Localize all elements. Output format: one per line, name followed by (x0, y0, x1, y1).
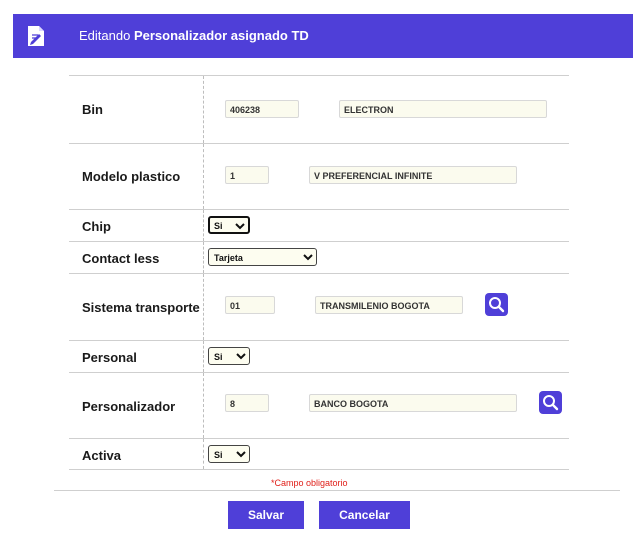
column-divider (203, 242, 204, 273)
personal-select[interactable]: Si (208, 347, 250, 365)
personalizador-name-input[interactable]: BANCO BOGOTA (309, 394, 517, 412)
required-field-note: *Campo obligatorio (271, 478, 348, 488)
modelo-name-input[interactable]: V PREFERENCIAL INFINITE (309, 166, 517, 184)
contact-less-select[interactable]: Tarjeta (208, 248, 317, 266)
row-contact-less: Contact less Tarjeta (69, 241, 569, 273)
chevron-down-icon (303, 254, 313, 261)
chevron-down-icon (236, 353, 246, 360)
row-sistema-transporte: Sistema transporte 01 TRANSMILENIO BOGOT… (69, 273, 569, 340)
activa-label: Activa (82, 448, 122, 463)
row-activa: Activa Si (69, 438, 569, 470)
search-icon (543, 395, 559, 411)
chip-select[interactable]: Si (208, 216, 250, 234)
row-bin: Bin 406238 ELECTRON (69, 75, 569, 143)
contact-less-label: Contact less (82, 251, 160, 266)
modelo-plastico-label: Modelo plastico (82, 169, 181, 184)
sistema-code-input[interactable]: 01 (225, 296, 275, 314)
modelo-code-input[interactable]: 1 (225, 166, 269, 184)
row-modelo-plastico: Modelo plastico 1 V PREFERENCIAL INFINIT… (69, 143, 569, 209)
save-button[interactable]: Salvar (228, 501, 304, 529)
column-divider (203, 210, 204, 241)
activa-select[interactable]: Si (208, 445, 250, 463)
row-chip: Chip Si (69, 209, 569, 241)
column-divider (203, 341, 204, 372)
chevron-down-icon (236, 451, 246, 458)
edit-form: Bin 406238 ELECTRON Modelo plastico 1 V … (69, 75, 569, 470)
sistema-transporte-label: Sistema transporte (82, 300, 200, 315)
personalizador-search-button[interactable] (539, 391, 562, 414)
page-header: Editando Personalizador asignado TD (13, 14, 633, 58)
personal-label: Personal (82, 350, 137, 365)
column-divider (203, 274, 204, 340)
column-divider (203, 373, 204, 438)
column-divider (203, 439, 204, 469)
search-icon (489, 297, 505, 313)
cancel-button[interactable]: Cancelar (319, 501, 410, 529)
form-divider (54, 490, 620, 491)
column-divider (203, 76, 204, 143)
column-divider (203, 144, 204, 209)
personalizador-label: Personalizador (82, 399, 176, 414)
row-personalizador: Personalizador 8 BANCO BOGOTA (69, 372, 569, 438)
bin-code-input[interactable]: 406238 (225, 100, 299, 118)
chevron-down-icon (235, 223, 245, 230)
sistema-search-button[interactable] (485, 293, 508, 316)
page-title: Editando Personalizador asignado TD (79, 28, 309, 43)
personalizador-code-input[interactable]: 8 (225, 394, 269, 412)
sistema-name-input[interactable]: TRANSMILENIO BOGOTA (315, 296, 463, 314)
bin-name-input[interactable]: ELECTRON (339, 100, 547, 118)
row-personal: Personal Si (69, 340, 569, 372)
edit-document-icon (28, 26, 44, 46)
chip-label: Chip (82, 219, 111, 234)
bin-label: Bin (82, 102, 103, 117)
